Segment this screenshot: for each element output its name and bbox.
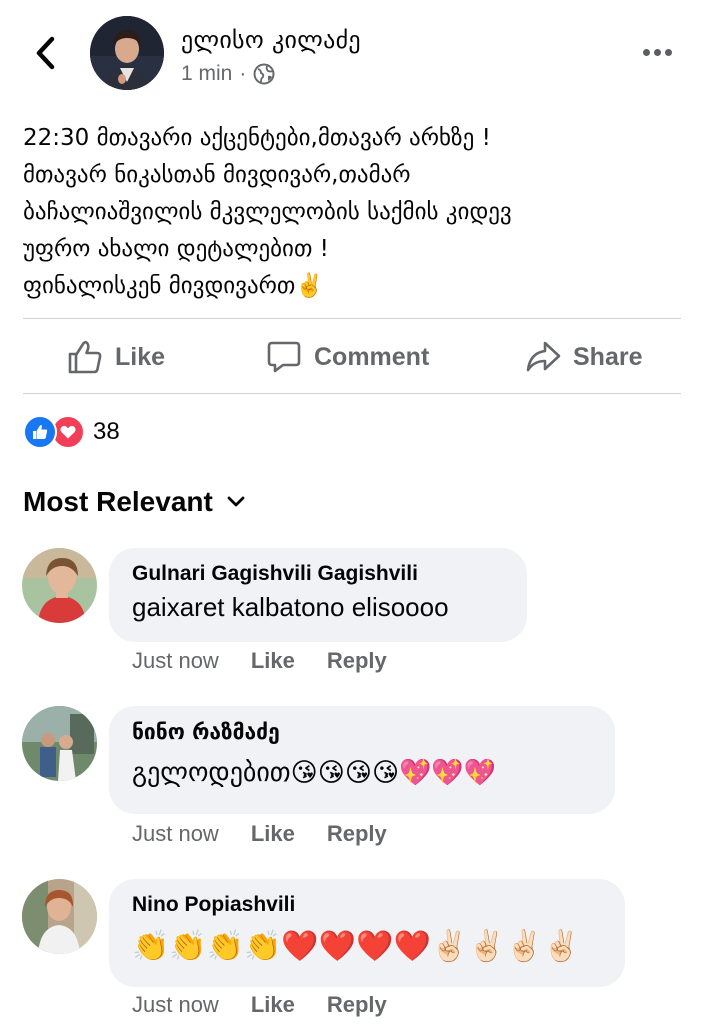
commenter-name[interactable]: Nino Popiashvili: [132, 893, 601, 917]
sort-label: Most Relevant: [23, 486, 213, 517]
like-reaction-icon: [23, 415, 57, 449]
post-text-line: 22:30 მთავარი აქცენტები,მთავარ არხზე !: [23, 125, 491, 151]
share-arrow-icon: [526, 341, 561, 372]
comment-bubble[interactable]: ნინო რაზმაძე გელოდებით😘😘😘😘💖💖💖: [109, 706, 615, 814]
post-text: 22:30 მთავარი აქცენტები,მთავარ არხზე ! მ…: [23, 120, 683, 305]
post-text-line: ბაჩალიაშვილის მკვლელობის საქმის კიდევ: [23, 199, 512, 225]
chevron-left-icon: [36, 36, 55, 70]
share-label: Share: [573, 342, 643, 371]
more-options-button[interactable]: [637, 40, 677, 64]
comment-like-button[interactable]: Like: [251, 992, 295, 1018]
commenter-name[interactable]: Gulnari Gagishvili Gagishvili: [132, 562, 503, 586]
post-header: ელისო კილაძე 1 min ·: [0, 0, 703, 100]
author-avatar[interactable]: [90, 16, 164, 90]
commenter-avatar[interactable]: [22, 706, 97, 781]
commenter-name[interactable]: ნინო რაზმაძე: [132, 720, 591, 744]
dot-icon: [653, 48, 661, 56]
reactions-summary[interactable]: 38: [23, 414, 120, 450]
comment-text: gaixaret kalbatono elisoooo: [132, 592, 449, 622]
comment-bubble[interactable]: Nino Popiashvili 👏👏👏👏❤️❤️❤️❤️✌🏻✌🏻✌🏻✌🏻: [109, 879, 625, 987]
post-text-line: მთავარ ნიკასთან მივდივარ,თამარ: [23, 162, 411, 188]
commenter-avatar[interactable]: [22, 548, 97, 623]
divider: [23, 318, 681, 319]
meta-separator: ·: [239, 62, 247, 85]
post-text-line: ფინალისკენ მივდივართ✌️: [23, 273, 324, 299]
comment-time: Just now: [132, 992, 219, 1017]
post-text-line: უფრო ახალი დეტალებით !: [23, 236, 329, 262]
comment-like-button[interactable]: Like: [251, 821, 295, 847]
reaction-count: 38: [93, 418, 120, 445]
comment-actions: Just now Like Reply: [132, 821, 387, 847]
dot-icon: [664, 48, 672, 56]
share-button[interactable]: Share: [525, 320, 642, 394]
post-meta: 1 min ·: [181, 62, 275, 86]
post-actions-bar: Like Comment Share: [23, 320, 681, 394]
comment-text: გელოდებით😘😘😘😘💖💖💖: [132, 758, 497, 788]
comment-like-button[interactable]: Like: [251, 648, 295, 674]
dot-icon: [642, 48, 650, 56]
comment-bubble[interactable]: Gulnari Gagishvili Gagishvili gaixaret k…: [109, 548, 527, 642]
like-button[interactable]: Like: [67, 320, 165, 394]
comment-reply-button[interactable]: Reply: [327, 648, 387, 674]
author-name[interactable]: ელისო კილაძე: [181, 26, 361, 54]
comment-label: Comment: [314, 342, 430, 371]
comment-bubble-icon: [267, 341, 301, 373]
like-label: Like: [115, 342, 166, 371]
divider: [23, 393, 681, 394]
commenter-avatar[interactable]: [22, 879, 97, 954]
comment-time: Just now: [132, 648, 219, 673]
globe-icon: [253, 63, 275, 85]
back-button[interactable]: [28, 34, 62, 72]
comment-text: 👏👏👏👏❤️❤️❤️❤️✌🏻✌🏻✌🏻✌🏻: [132, 930, 581, 963]
post-time[interactable]: 1 min: [181, 62, 232, 86]
comment-reply-button[interactable]: Reply: [327, 992, 387, 1018]
comment-reply-button[interactable]: Reply: [327, 821, 387, 847]
comments-sort-dropdown[interactable]: Most Relevant: [23, 486, 245, 518]
chevron-down-icon: [227, 496, 245, 507]
comment-time: Just now: [132, 821, 219, 846]
comment-actions: Just now Like Reply: [132, 992, 387, 1018]
comment-button[interactable]: Comment: [266, 320, 429, 394]
thumbs-up-icon: [68, 340, 102, 374]
comment-actions: Just now Like Reply: [132, 648, 387, 674]
